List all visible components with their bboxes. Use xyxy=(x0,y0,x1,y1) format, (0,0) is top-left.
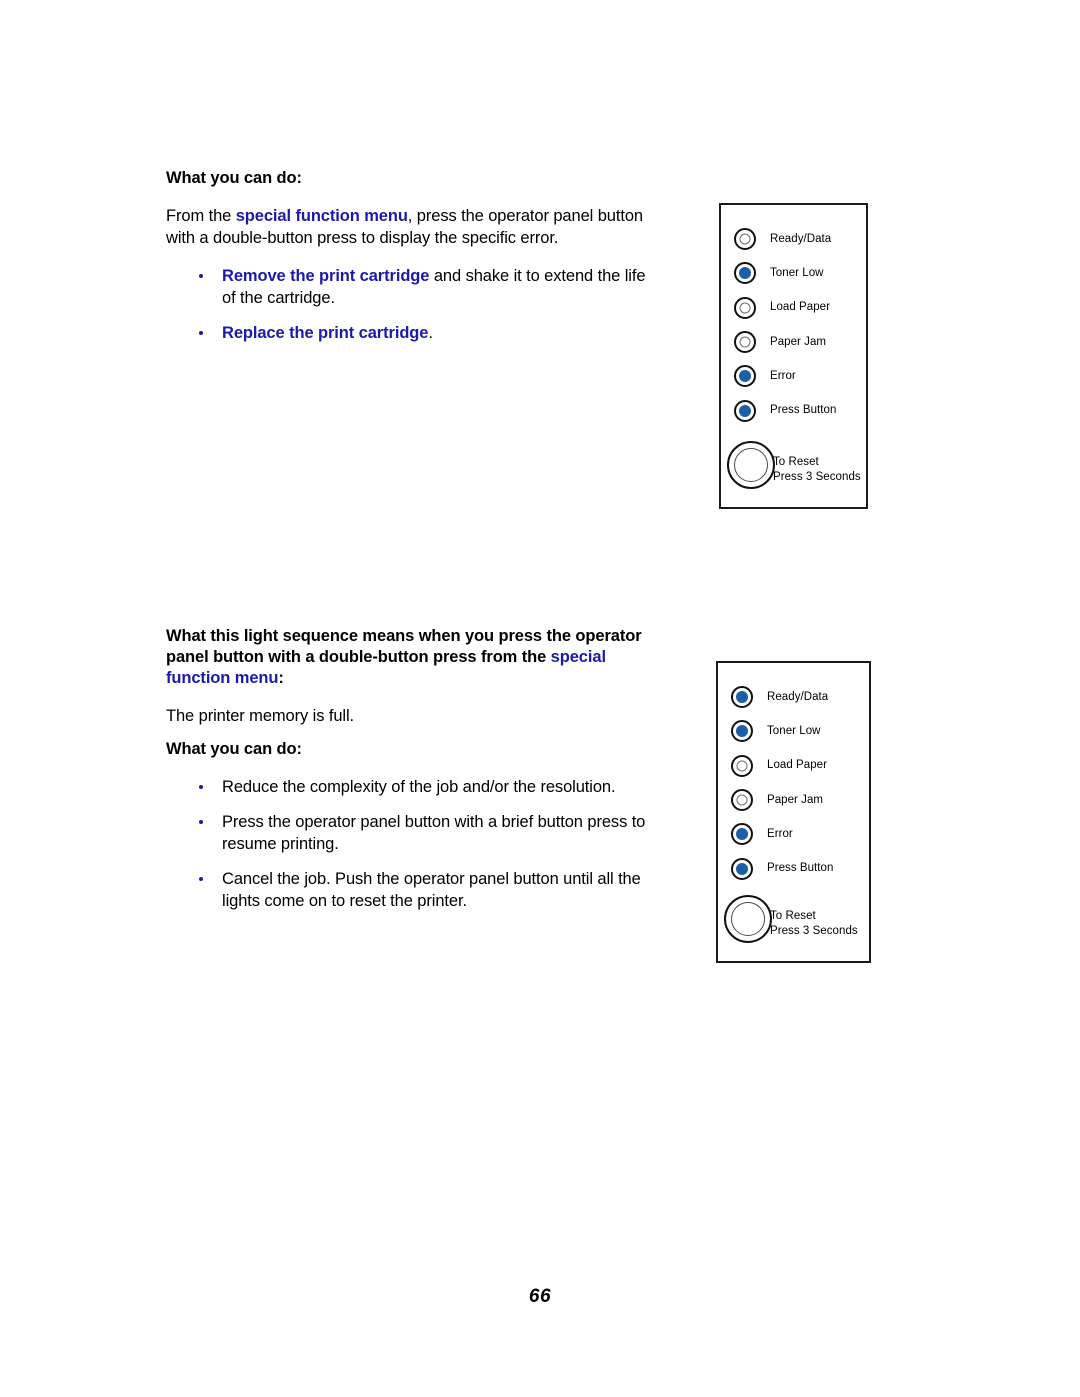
led-row-ready-data: Ready/Data xyxy=(731,680,833,714)
led-row-load-paper: Load Paper xyxy=(734,291,836,325)
led-indicator-icon xyxy=(734,296,756,319)
led-indicator-icon xyxy=(734,399,756,422)
led-indicator-icon xyxy=(731,720,753,743)
led-indicator-icon xyxy=(731,686,753,709)
list-item-text: Press the operator panel button with a b… xyxy=(222,813,646,853)
reset-button-cluster: To Reset Press 3 Seconds xyxy=(724,895,866,947)
list-item-tail-text: . xyxy=(428,324,433,342)
page-number: 66 xyxy=(528,1286,552,1307)
led-label: Load Paper xyxy=(767,759,827,772)
led-row-paper-jam: Paper Jam xyxy=(734,325,836,359)
operator-panel-diagram-bottom: Ready/Data Toner Low Load Paper Paper Ja… xyxy=(716,661,871,963)
section-two-heading-tail: : xyxy=(278,669,284,687)
led-row-press-button: Press Button xyxy=(734,393,836,427)
led-label: Error xyxy=(770,369,796,382)
list-item: Press the operator panel button with a b… xyxy=(166,812,656,855)
led-row-toner-low: Toner Low xyxy=(734,256,836,290)
section-two-heading: What this light sequence means when you … xyxy=(166,626,656,689)
led-row-error: Error xyxy=(734,359,836,393)
led-indicator-icon xyxy=(734,331,756,354)
led-label: Error xyxy=(767,827,793,840)
bullet-dot-icon xyxy=(199,820,203,824)
list-item: Replace the print cartridge. xyxy=(166,323,656,345)
led-row-load-paper: Load Paper xyxy=(731,749,833,783)
bullet-dot-icon xyxy=(199,331,203,335)
led-row-paper-jam: Paper Jam xyxy=(731,783,833,817)
list-item: Cancel the job. Push the operator panel … xyxy=(166,869,656,912)
led-label: Toner Low xyxy=(770,266,824,279)
led-label: Ready/Data xyxy=(767,690,829,703)
led-label: Ready/Data xyxy=(770,232,832,245)
led-label: Load Paper xyxy=(770,301,830,314)
reset-button-icon[interactable] xyxy=(727,441,775,489)
led-label: Paper Jam xyxy=(770,335,827,348)
led-label: Toner Low xyxy=(767,724,821,737)
led-indicator-icon xyxy=(734,365,756,388)
led-indicator-icon xyxy=(731,789,753,812)
section-two-subheading: What you can do: xyxy=(166,739,302,758)
reset-caption-line-2: Press 3 Seconds xyxy=(770,924,858,937)
list-item-text: Cancel the job. Push the operator panel … xyxy=(222,870,641,910)
led-indicator-icon xyxy=(734,228,756,251)
reset-caption-line-2: Press 3 Seconds xyxy=(773,470,861,483)
reset-button-icon[interactable] xyxy=(724,895,772,943)
led-label: Press Button xyxy=(767,862,834,875)
list-item: Reduce the complexity of the job and/or … xyxy=(166,777,656,799)
bullet-dot-icon xyxy=(199,877,203,881)
led-row-toner-low: Toner Low xyxy=(731,714,833,748)
bullet-dot-icon xyxy=(199,274,203,278)
led-indicator-icon xyxy=(731,754,753,777)
list-item-text: Reduce the complexity of the job and/or … xyxy=(222,777,616,796)
section-one-paragraph: From the special function menu, press th… xyxy=(166,206,656,249)
led-row-ready-data: Ready/Data xyxy=(734,222,836,256)
reset-button-cluster: To Reset Press 3 Seconds xyxy=(727,441,869,493)
operator-panel-diagram-top: Ready/Data Toner Low Load Paper Paper Ja… xyxy=(719,203,868,509)
led-row-error: Error xyxy=(731,817,833,851)
led-label: Paper Jam xyxy=(767,793,824,806)
section-one-heading: What you can do: xyxy=(166,169,302,187)
led-indicator-icon xyxy=(731,823,753,846)
section-what-you-can-do-top: What you can do: From the special functi… xyxy=(166,168,656,345)
bullet-dot-icon xyxy=(199,784,203,789)
led-label: Press Button xyxy=(770,404,837,417)
led-list: Ready/Data Toner Low Load Paper Paper Ja… xyxy=(734,222,836,428)
remove-print-cartridge-link[interactable]: Remove the print cartridge xyxy=(222,267,429,285)
reset-button-caption: To Reset Press 3 Seconds xyxy=(770,909,858,938)
paragraph-lead-text: From the xyxy=(166,207,236,225)
section-one-bullet-list: Remove the print cartridge and shake it … xyxy=(166,266,656,345)
led-list: Ready/Data Toner Low Load Paper Paper Ja… xyxy=(731,680,833,886)
led-indicator-icon xyxy=(731,857,753,880)
section-two-bullet-list: Reduce the complexity of the job and/or … xyxy=(166,777,656,913)
reset-button-caption: To Reset Press 3 Seconds xyxy=(773,455,861,484)
section-light-sequence-meaning: What this light sequence means when you … xyxy=(166,626,656,912)
special-function-menu-link[interactable]: special function menu xyxy=(236,207,408,225)
replace-print-cartridge-link[interactable]: Replace the print cartridge xyxy=(222,324,428,342)
document-page: What you can do: From the special functi… xyxy=(0,0,1080,1397)
list-item: Remove the print cartridge and shake it … xyxy=(166,266,656,309)
reset-caption-line-1: To Reset xyxy=(770,910,816,922)
reset-caption-line-1: To Reset xyxy=(773,456,819,468)
light-sequence-meaning-text: The printer memory is full. xyxy=(166,707,355,725)
led-row-press-button: Press Button xyxy=(731,851,833,885)
led-indicator-icon xyxy=(734,262,756,285)
